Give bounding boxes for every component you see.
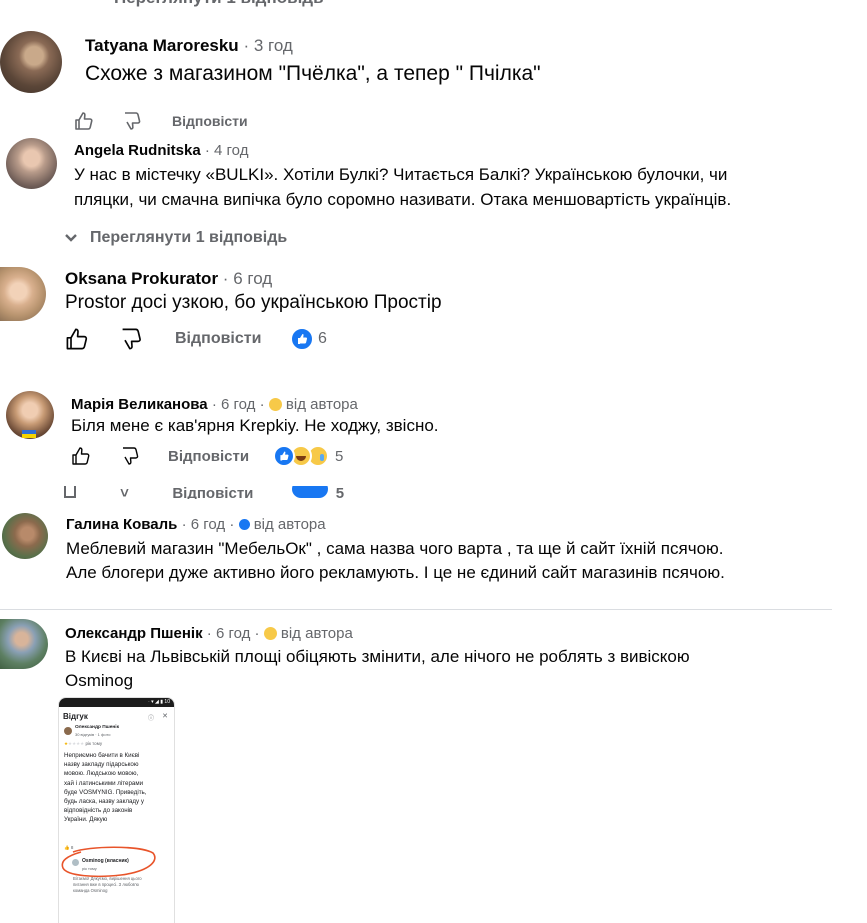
laughing-emoji-icon [268, 398, 282, 411]
author-name[interactable]: Галина Коваль [66, 516, 177, 533]
chevron-down-icon[interactable] [64, 233, 78, 243]
avatar[interactable] [2, 513, 48, 559]
dislike-icon[interactable] [120, 446, 140, 466]
reaction-summary[interactable]: 6 [290, 327, 327, 351]
dot-separator: · [222, 269, 229, 288]
section-divider [0, 609, 832, 610]
comment-text: Біля мене є кав'ярня Krepkiy. Не ходжу, … [71, 416, 439, 435]
reaction-summary[interactable]: 5 [273, 445, 343, 467]
comment-header: Tatyana Maroresku · 3 год [85, 36, 293, 56]
reply-button[interactable]: Відповісти [168, 448, 249, 465]
dislike-icon[interactable] [122, 111, 142, 131]
reply-button[interactable]: Відповісти [172, 113, 248, 129]
comment-text: Prostor досі узкою, бо українською Прост… [65, 292, 442, 313]
comment-line: В Києві на Львівській площі обіцяють змі… [65, 647, 690, 666]
author-name[interactable]: Tatyana Maroresku [85, 36, 239, 55]
dot-separator: · [211, 396, 217, 413]
comment-time[interactable]: 6 год [216, 625, 250, 642]
reviewer-avatar [64, 727, 72, 735]
comment-text: Меблевий магазин "МебельОк" , сама назва… [66, 537, 725, 585]
like-icon[interactable] [71, 446, 91, 466]
comment-time[interactable]: 6 год [191, 516, 225, 533]
comment-line: пляцки, чи смачна випічка було соромно н… [74, 190, 732, 209]
ghost-reaction-count: 5 [335, 486, 345, 499]
review-line: будь ласка, назву закладу у [64, 798, 144, 806]
review-line: України. Дякую [64, 816, 108, 824]
from-author-label[interactable]: від автора [286, 396, 358, 413]
author-name[interactable]: Oksana Prokurator [65, 269, 218, 288]
comment-text: У нас в містечку «BULKI». Хотіли Булкі? … [74, 162, 731, 212]
review-title: Відгук [63, 712, 88, 721]
author-name[interactable]: Angela Rudnitska [74, 142, 201, 159]
comment-header: Галина Коваль · 6 год · від автора [66, 516, 326, 533]
review-line: буде VOSMYNIG. Приведіть, [64, 788, 147, 796]
comment-header: Марія Великанова · 6 год · від автора [71, 396, 358, 413]
dot-separator: · [259, 396, 265, 413]
dot-separator: · [254, 625, 260, 642]
phone-status-bar: ⋅ ▾ ◢ ▮ 10 [59, 698, 174, 707]
comment-header: Олександр Пшенік · 6 год · від автора [65, 625, 353, 642]
like-reaction-icon [238, 519, 250, 530]
laughing-emoji-icon [263, 627, 277, 640]
dot-separator: · [204, 142, 210, 159]
dot-separator: · [206, 625, 212, 642]
review-line: хай і латинськими літерами [64, 779, 144, 787]
avatar[interactable] [6, 138, 57, 189]
from-author-label[interactable]: від автора [281, 625, 353, 642]
comment-header: Oksana Prokurator · 6 год [65, 269, 272, 289]
like-icon[interactable] [74, 111, 94, 131]
comment-text: Схоже з магазином "Пчёлка", а тепер " Пч… [85, 62, 541, 85]
avatar[interactable] [0, 31, 62, 93]
review-line: назву закладу підарською [64, 761, 139, 769]
close-icon[interactable]: ✕ [162, 712, 168, 720]
reviewer-name: Олександр Пшенік [75, 725, 120, 730]
like-reaction-icon [273, 445, 295, 467]
owner-reply-line: команда Osminog [73, 888, 108, 893]
ghost-reply-label: Відповісти [172, 486, 254, 499]
comment-time[interactable]: 6 год [221, 396, 255, 413]
comment-line: Але блогери дуже активно його рекламують… [66, 563, 725, 582]
reaction-count: 6 [318, 330, 327, 347]
review-body: Неприємно бачити в Києві назву закладу п… [64, 751, 172, 825]
review-line: мовою. Людською мовою, [64, 770, 139, 778]
author-name[interactable]: Марія Великанова [71, 396, 208, 413]
avatar[interactable] [0, 619, 48, 669]
from-author-label[interactable]: від автора [254, 516, 326, 533]
view-replies-button[interactable]: Переглянути 1 відповідь [90, 229, 287, 247]
dislike-icon[interactable] [119, 327, 143, 351]
comment-line: Меблевий магазин "МебельОк" , сама назва… [66, 539, 724, 558]
comment-line: У нас в містечку «BULKI». Хотіли Булкі? … [74, 165, 728, 184]
comment-header: Angela Rudnitska · 4 год [74, 142, 248, 159]
flag-badge [22, 430, 36, 438]
reaction-count: 5 [335, 447, 344, 465]
ghost-action-row: ˅ Відповісти 5 [64, 486, 364, 499]
review-line: відповідність до законів [64, 807, 133, 815]
dot-separator: · [229, 516, 235, 533]
comment-line: Osminog [65, 671, 134, 690]
highlight-circle [61, 846, 156, 878]
comment-text: В Києві на Львівській площі обіцяють змі… [65, 645, 690, 693]
view-replies-partial[interactable]: Переглянути 1 відповідь [114, 0, 324, 8]
like-reaction-icon [290, 327, 314, 351]
review-date: рік тому [85, 741, 103, 746]
comment-time[interactable]: 3 год [254, 36, 293, 55]
comment-time[interactable]: 4 год [214, 142, 248, 159]
reviewer-sub: 30 відгуків · 1 фото [75, 732, 111, 737]
reply-button[interactable]: Відповісти [175, 330, 261, 348]
dot-separator: · [243, 36, 250, 55]
avatar[interactable] [0, 267, 46, 321]
comment-time[interactable]: 6 год [233, 269, 272, 288]
review-rating: ★★★★★ рік тому [64, 741, 103, 746]
review-line: Неприємно бачити в Києві [64, 752, 140, 759]
like-icon[interactable] [65, 327, 89, 351]
attached-image[interactable]: ⋅ ▾ ◢ ▮ 10 Відгук ⓘ ✕ Олександр Пшенік 3… [58, 697, 175, 923]
author-name[interactable]: Олександр Пшенік [65, 625, 203, 642]
dot-separator: · [181, 516, 187, 533]
info-icon[interactable]: ⓘ [148, 713, 154, 722]
